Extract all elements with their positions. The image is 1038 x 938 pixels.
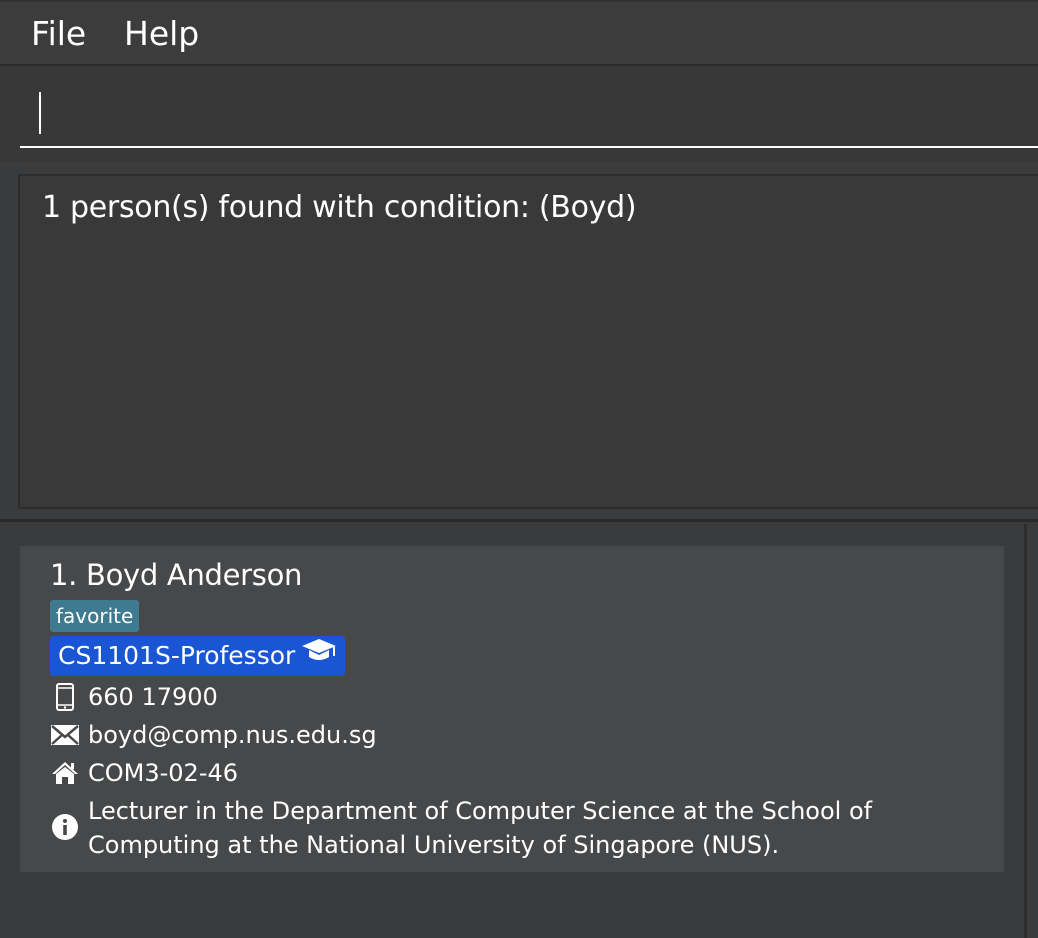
role-tag: CS1101S-Professor bbox=[50, 636, 346, 676]
text-caret bbox=[39, 92, 41, 134]
phone-icon bbox=[50, 682, 80, 712]
command-input[interactable] bbox=[20, 86, 1038, 148]
email-field: boyd@comp.nus.edu.sg bbox=[50, 720, 377, 750]
result-message: 1 person(s) found with condition: (Boyd) bbox=[42, 190, 637, 225]
remark-field: Lecturer in the Department of Computer S… bbox=[50, 794, 968, 862]
remark-value: Lecturer in the Department of Computer S… bbox=[88, 797, 873, 859]
graduation-cap-icon bbox=[301, 636, 337, 676]
phone-value: 660 17900 bbox=[88, 683, 218, 711]
person-card[interactable]: 1. Boyd Anderson favorite CS1101S-Profes… bbox=[20, 546, 1004, 872]
tag-favorite: favorite bbox=[50, 600, 140, 632]
menu-help[interactable]: Help bbox=[124, 14, 199, 53]
list-border bbox=[1024, 524, 1027, 938]
info-icon bbox=[50, 812, 80, 842]
role-tag-label: CS1101S-Professor bbox=[58, 641, 296, 670]
menu-bar: File Help bbox=[0, 0, 1038, 66]
result-display[interactable]: 1 person(s) found with condition: (Boyd) bbox=[18, 174, 1038, 509]
person-name: 1. Boyd Anderson bbox=[50, 558, 303, 592]
phone-field: 660 17900 bbox=[50, 682, 218, 712]
command-box-area bbox=[0, 66, 1038, 162]
envelope-icon bbox=[50, 720, 80, 750]
menu-file[interactable]: File bbox=[31, 14, 86, 53]
email-value: boyd@comp.nus.edu.sg bbox=[88, 721, 377, 749]
home-icon bbox=[50, 758, 80, 788]
address-value: COM3-02-46 bbox=[88, 759, 239, 787]
address-field: COM3-02-46 bbox=[50, 758, 238, 788]
